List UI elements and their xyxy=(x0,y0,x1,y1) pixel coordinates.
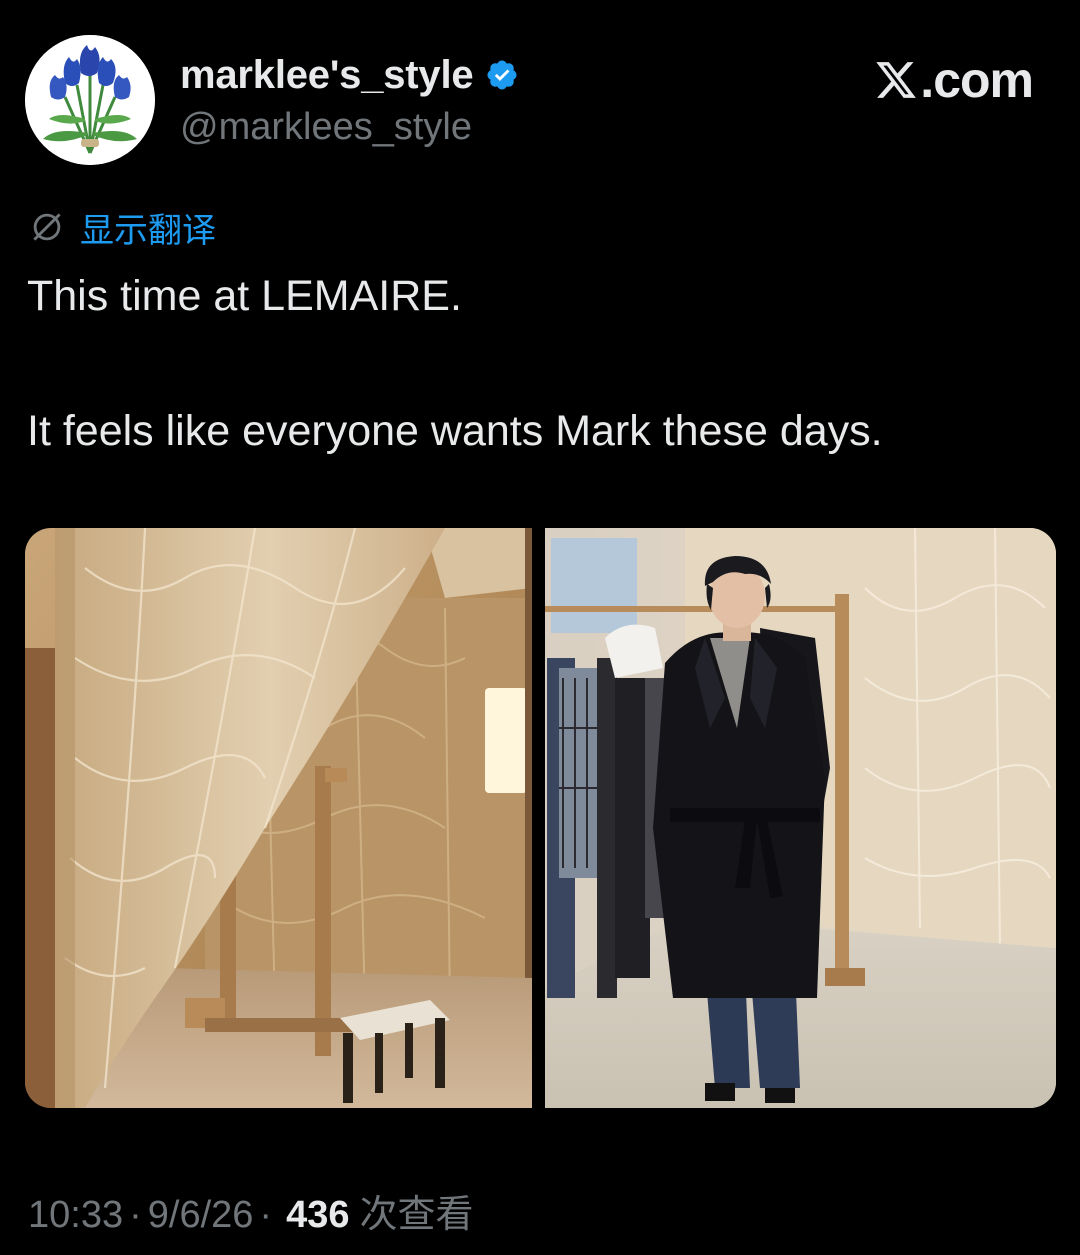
tweet-time[interactable]: 10:33 xyxy=(28,1194,123,1237)
man-in-black-coat-photo[interactable] xyxy=(545,528,1056,1108)
show-translation-label[interactable]: 显示翻译 xyxy=(80,203,216,252)
tweet-meta: 10:33 · 9/6/26 · 436 次查看 xyxy=(28,1183,473,1238)
brand-domain: .com xyxy=(920,52,1034,108)
meta-separator: · xyxy=(129,1194,142,1236)
tweet-date[interactable]: 9/6/26 xyxy=(148,1194,254,1237)
view-count-label: 次查看 xyxy=(359,1194,474,1236)
tweet-text-line-1: This time at LEMAIRE. xyxy=(27,272,462,320)
translate-slashed-circle-icon xyxy=(33,213,61,241)
blue-tulip-bouquet-icon xyxy=(25,35,155,165)
fitting-room-curtain-image xyxy=(25,528,532,1108)
display-name[interactable]: marklee's_style xyxy=(180,53,474,98)
author-handle[interactable]: @marklees_style xyxy=(180,106,472,149)
media-grid xyxy=(25,528,1056,1108)
x-logo-icon xyxy=(876,62,917,98)
brand-logo: .com xyxy=(874,52,1034,108)
view-count: 436 xyxy=(286,1194,350,1236)
meta-separator: · xyxy=(259,1194,273,1236)
verified-badge-icon xyxy=(487,60,517,90)
man-in-black-coat-image xyxy=(545,528,1056,1108)
show-translation-button[interactable]: 显示翻译 xyxy=(28,203,216,252)
tweet-text-line-2: It feels like everyone wants Mark these … xyxy=(27,407,883,455)
avatar[interactable] xyxy=(25,35,155,165)
author-name-row[interactable]: marklee's_style xyxy=(180,50,519,100)
fitting-room-curtain-photo[interactable] xyxy=(25,528,532,1108)
